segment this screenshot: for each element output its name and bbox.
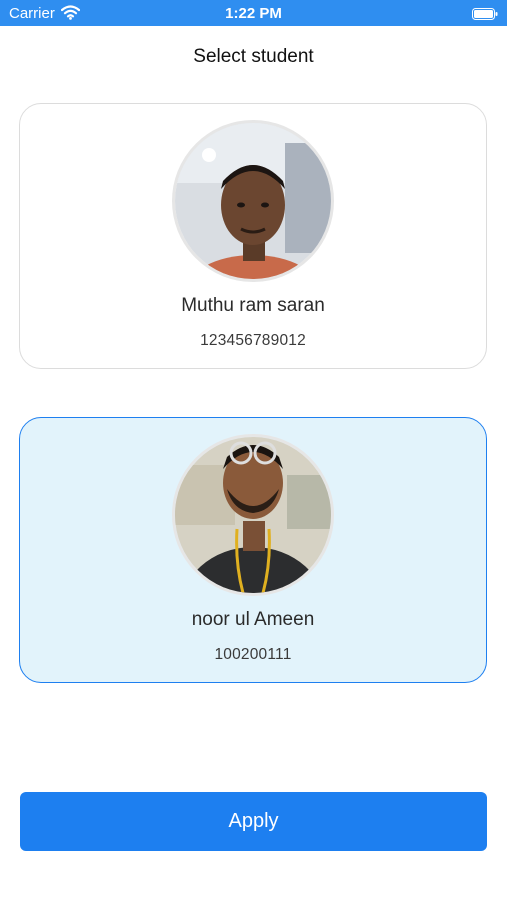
student-id: 100200111 — [214, 646, 292, 663]
student-photo — [172, 434, 334, 596]
student-name: Muthu ram saran — [181, 295, 325, 316]
apply-button[interactable]: Apply — [20, 792, 487, 851]
student-id: 123456789012 — [200, 332, 306, 349]
student-name: noor ul Ameen — [191, 609, 315, 630]
status-bar: Carrier 1:22 PM — [0, 0, 507, 26]
student-card-selected[interactable]: noor ul Ameen 100200111 — [19, 417, 487, 683]
page-title: Select student — [193, 46, 314, 67]
student-card[interactable]: Muthu ram saran 123456789012 — [19, 103, 487, 369]
status-time: 1:22 PM — [225, 5, 282, 22]
student-photo — [172, 120, 334, 282]
battery-icon — [472, 7, 498, 20]
